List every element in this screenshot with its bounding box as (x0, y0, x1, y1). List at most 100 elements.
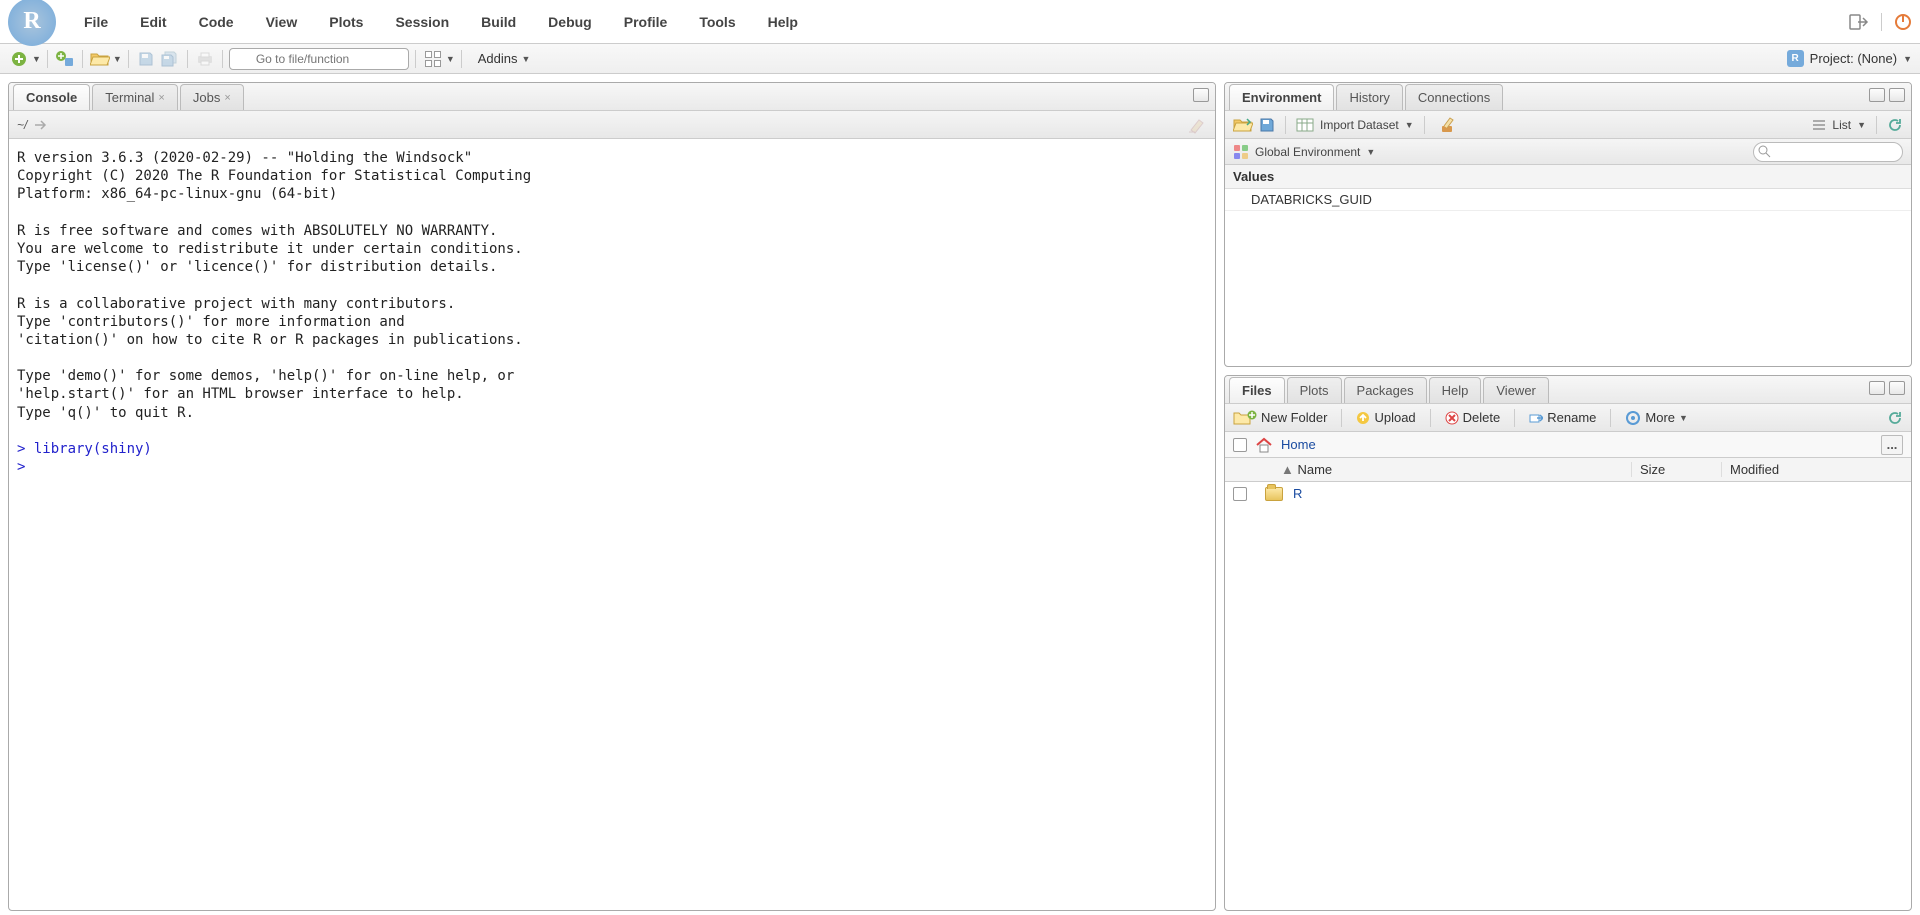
rename-label: Rename (1547, 410, 1596, 425)
print-icon[interactable] (194, 48, 216, 70)
project-label[interactable]: Project: (None) (1810, 51, 1897, 66)
more-label: More (1645, 410, 1675, 425)
project-dropdown-icon[interactable]: ▼ (1903, 54, 1912, 64)
workspace-panes-icon[interactable] (422, 48, 444, 70)
env-scope-label[interactable]: Global Environment (1255, 145, 1360, 159)
close-icon[interactable]: × (224, 92, 230, 104)
delete-label: Delete (1463, 410, 1501, 425)
tab-packages-label: Packages (1357, 383, 1414, 398)
menu-session[interactable]: Session (381, 8, 463, 36)
addins-menu[interactable]: Addins ▼ (478, 51, 531, 66)
tab-jobs[interactable]: Jobs × (180, 84, 244, 110)
tab-viewer-label: Viewer (1496, 383, 1536, 398)
select-all-checkbox[interactable] (1233, 438, 1247, 452)
new-project-icon[interactable] (54, 48, 76, 70)
console-subbar: ~/ (9, 111, 1215, 139)
env-search[interactable] (1753, 142, 1903, 162)
col-modified[interactable]: Modified (1721, 462, 1911, 477)
menu-build[interactable]: Build (467, 8, 530, 36)
view-mode-dropdown-icon[interactable]: ▼ (1857, 120, 1866, 130)
col-name[interactable]: ▲ Name (1225, 462, 1631, 477)
pane-maximize-icon[interactable] (1193, 88, 1209, 102)
import-dataset-icon[interactable] (1296, 118, 1314, 132)
save-icon[interactable] (135, 48, 157, 70)
global-toolbar: ▼ ▼ ▼ Addins ▼ R Project: (None) ▼ (0, 44, 1920, 74)
console-output[interactable]: R version 3.6.3 (2020-02-29) -- "Holding… (9, 139, 1215, 910)
new-folder-button[interactable]: New Folder (1233, 410, 1327, 425)
scope-dropdown-icon[interactable]: ▼ (1366, 147, 1375, 157)
path-more-icon[interactable]: ... (1881, 435, 1903, 455)
tab-help[interactable]: Help (1429, 377, 1482, 403)
tab-terminal[interactable]: Terminal × (92, 84, 178, 110)
new-file-dropdown-icon[interactable]: ▼ (32, 54, 41, 64)
delete-button[interactable]: Delete (1445, 410, 1501, 425)
upload-button[interactable]: Upload (1356, 410, 1415, 425)
row-checkbox[interactable] (1233, 487, 1247, 501)
save-all-icon[interactable] (159, 48, 181, 70)
pane-maximize-icon[interactable] (1889, 88, 1905, 102)
files-refresh-icon[interactable] (1887, 410, 1903, 426)
tab-environment-label: Environment (1242, 90, 1321, 105)
env-scope-bar: Global Environment ▼ (1225, 139, 1911, 165)
goto-input[interactable] (229, 48, 409, 70)
files-tabs: Files Plots Packages Help Viewer (1225, 376, 1911, 404)
tab-terminal-label: Terminal (105, 90, 154, 105)
menu-view[interactable]: View (252, 8, 312, 36)
more-dropdown-icon: ▼ (1679, 413, 1688, 423)
tab-plots[interactable]: Plots (1287, 377, 1342, 403)
goto-file-function[interactable] (229, 48, 409, 70)
tab-jobs-label: Jobs (193, 90, 220, 105)
env-toolbar: Import Dataset ▼ List ▼ (1225, 111, 1911, 139)
console-wd-browse-icon[interactable] (33, 119, 47, 131)
menu-help[interactable]: Help (754, 8, 812, 36)
tab-history[interactable]: History (1336, 84, 1402, 110)
env-table: Values DATABRICKS_GUID (1225, 165, 1911, 366)
pane-minimize-icon[interactable] (1869, 88, 1885, 102)
env-search-input[interactable] (1753, 142, 1903, 162)
upload-label: Upload (1374, 410, 1415, 425)
more-button[interactable]: More ▼ (1625, 410, 1688, 426)
menu-code[interactable]: Code (185, 8, 248, 36)
power-icon[interactable] (1894, 13, 1912, 31)
tab-files[interactable]: Files (1229, 377, 1285, 403)
pane-minimize-icon[interactable] (1869, 381, 1885, 395)
file-name[interactable]: R (1293, 486, 1302, 501)
open-file-icon[interactable] (89, 48, 111, 70)
rename-button[interactable]: Rename (1529, 410, 1596, 425)
workspace-panes-dropdown-icon[interactable]: ▼ (446, 54, 455, 64)
file-row[interactable]: R (1225, 482, 1911, 505)
signout-icon[interactable] (1849, 13, 1869, 31)
col-size[interactable]: Size (1631, 462, 1721, 477)
menu-edit[interactable]: Edit (126, 8, 180, 36)
tab-connections[interactable]: Connections (1405, 84, 1503, 110)
console-text: R version 3.6.3 (2020-02-29) -- "Holding… (17, 150, 531, 421)
new-file-icon[interactable] (8, 48, 30, 70)
menu-file[interactable]: File (70, 8, 122, 36)
view-mode-label[interactable]: List (1832, 118, 1851, 132)
clear-console-icon[interactable] (1187, 116, 1207, 134)
menu-debug[interactable]: Debug (534, 8, 606, 36)
env-row[interactable]: DATABRICKS_GUID (1225, 189, 1911, 211)
menu-profile[interactable]: Profile (610, 8, 682, 36)
tab-plots-label: Plots (1300, 383, 1329, 398)
tab-console[interactable]: Console (13, 84, 90, 110)
open-recent-dropdown-icon[interactable]: ▼ (113, 54, 122, 64)
save-workspace-icon[interactable] (1259, 117, 1275, 133)
menu-plots[interactable]: Plots (315, 8, 377, 36)
console-prompt-line-1: > library(shiny) (17, 441, 152, 457)
pane-maximize-icon[interactable] (1889, 381, 1905, 395)
home-icon[interactable] (1255, 437, 1273, 453)
import-dropdown-icon[interactable]: ▼ (1405, 120, 1414, 130)
breadcrumb-home[interactable]: Home (1281, 437, 1316, 452)
close-icon[interactable]: × (158, 92, 164, 104)
import-dataset-label[interactable]: Import Dataset (1320, 118, 1399, 132)
rstudio-logo-icon: R (8, 0, 56, 46)
refresh-icon[interactable] (1887, 117, 1903, 133)
tab-packages[interactable]: Packages (1344, 377, 1427, 403)
menu-tools[interactable]: Tools (685, 8, 749, 36)
list-view-icon[interactable] (1812, 119, 1826, 131)
tab-viewer[interactable]: Viewer (1483, 377, 1549, 403)
tab-environment[interactable]: Environment (1229, 84, 1334, 110)
clear-workspace-icon[interactable] (1435, 116, 1457, 134)
load-workspace-icon[interactable] (1233, 117, 1253, 133)
